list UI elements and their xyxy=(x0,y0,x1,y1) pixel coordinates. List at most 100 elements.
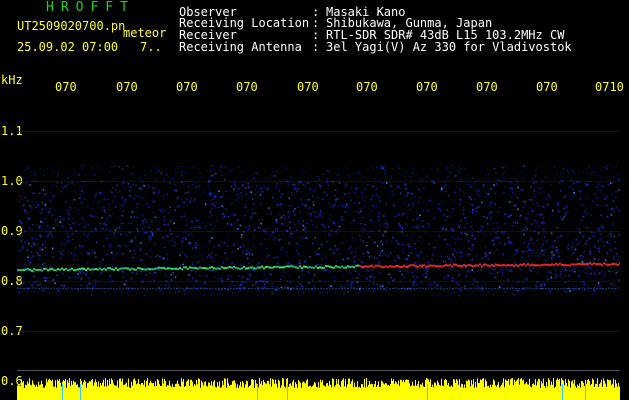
noise-point xyxy=(164,284,167,287)
noise-point xyxy=(32,224,34,226)
noise-point xyxy=(195,280,197,282)
signal-trace xyxy=(523,263,525,266)
noise-point xyxy=(389,185,392,187)
noise-point xyxy=(457,283,460,286)
noise-floor-bar xyxy=(482,378,483,400)
noise-point xyxy=(288,242,291,245)
noise-point xyxy=(297,221,299,223)
signal-trace xyxy=(61,267,63,270)
noise-floor-bar xyxy=(408,379,409,400)
noise-point xyxy=(210,165,213,167)
signal-trace xyxy=(149,268,151,271)
noise-point xyxy=(197,219,199,221)
noise-floor-bar xyxy=(222,380,223,400)
noise-floor-bar xyxy=(132,385,133,400)
noise-floor-bar xyxy=(199,379,200,400)
noise-point xyxy=(131,271,134,274)
noise-floor-bar xyxy=(351,381,352,400)
signal-trace xyxy=(41,269,43,272)
signal-trace xyxy=(95,268,97,270)
noise-point xyxy=(182,183,185,186)
noise-point xyxy=(424,276,427,278)
noise-point xyxy=(369,210,372,212)
noise-point xyxy=(349,271,351,274)
noise-point xyxy=(507,237,509,239)
meteor-label: meteor xyxy=(123,26,167,40)
noise-point xyxy=(19,277,22,279)
noise-point xyxy=(515,289,518,292)
noise-point xyxy=(168,176,170,179)
noise-floor-bar xyxy=(448,382,449,400)
signal-trace xyxy=(515,288,517,290)
noise-floor-bar xyxy=(86,387,87,400)
noise-point xyxy=(460,180,462,182)
noise-point xyxy=(429,283,431,286)
noise-point xyxy=(151,220,153,223)
noise-point xyxy=(325,257,327,259)
noise-point xyxy=(569,198,572,200)
noise-point xyxy=(131,172,133,175)
noise-point xyxy=(196,295,199,297)
noise-point xyxy=(254,212,257,214)
noise-point xyxy=(582,269,584,272)
noise-point xyxy=(41,244,44,246)
noise-point xyxy=(618,279,620,282)
noise-point xyxy=(528,198,530,201)
noise-point xyxy=(377,196,380,198)
noise-point xyxy=(32,241,35,243)
signal-trace xyxy=(123,267,125,270)
noise-point xyxy=(184,232,187,234)
noise-point xyxy=(419,214,421,217)
noise-point xyxy=(202,175,205,177)
noise-point xyxy=(347,207,350,210)
noise-point xyxy=(149,239,151,241)
noise-point xyxy=(578,274,581,276)
signal-trace xyxy=(302,288,304,290)
noise-point xyxy=(603,241,605,243)
noise-floor-bar xyxy=(156,386,157,400)
noise-point xyxy=(605,204,607,206)
noise-floor-bar xyxy=(169,380,170,400)
noise-point xyxy=(410,252,412,255)
noise-point xyxy=(384,166,387,169)
noise-point xyxy=(245,250,247,252)
noise-point xyxy=(33,283,36,285)
noise-floor-bar xyxy=(218,386,219,400)
noise-point xyxy=(391,190,393,193)
noise-point xyxy=(301,168,304,170)
noise-point xyxy=(49,233,51,235)
noise-point xyxy=(255,281,258,283)
noise-point xyxy=(93,195,96,197)
signal-trace xyxy=(513,264,515,267)
noise-point xyxy=(599,285,601,287)
noise-point xyxy=(57,289,60,292)
noise-floor-bar xyxy=(251,379,252,400)
noise-floor-bar xyxy=(305,383,306,400)
noise-point xyxy=(263,280,265,283)
noise-point xyxy=(29,261,32,264)
signal-trace xyxy=(215,267,217,270)
noise-floor-bar xyxy=(330,384,331,400)
noise-point xyxy=(510,214,512,217)
noise-point xyxy=(492,252,495,254)
noise-floor-bar xyxy=(249,386,250,400)
noise-floor-bar xyxy=(355,386,356,400)
noise-point xyxy=(52,291,54,294)
noise-point xyxy=(38,257,40,260)
noise-point xyxy=(464,226,466,229)
noise-point xyxy=(237,248,239,250)
noise-point xyxy=(143,266,146,268)
noise-point xyxy=(443,213,445,216)
signal-trace xyxy=(428,287,430,289)
noise-point xyxy=(375,193,377,196)
signal-trace xyxy=(517,264,519,267)
noise-point xyxy=(359,285,361,288)
noise-point xyxy=(511,187,513,190)
noise-point xyxy=(109,214,111,217)
noise-point xyxy=(375,165,378,168)
noise-floor-bar xyxy=(102,382,103,400)
signal-trace xyxy=(494,288,496,290)
noise-point xyxy=(533,188,535,191)
signal-trace xyxy=(217,267,219,270)
noise-point xyxy=(431,180,433,183)
